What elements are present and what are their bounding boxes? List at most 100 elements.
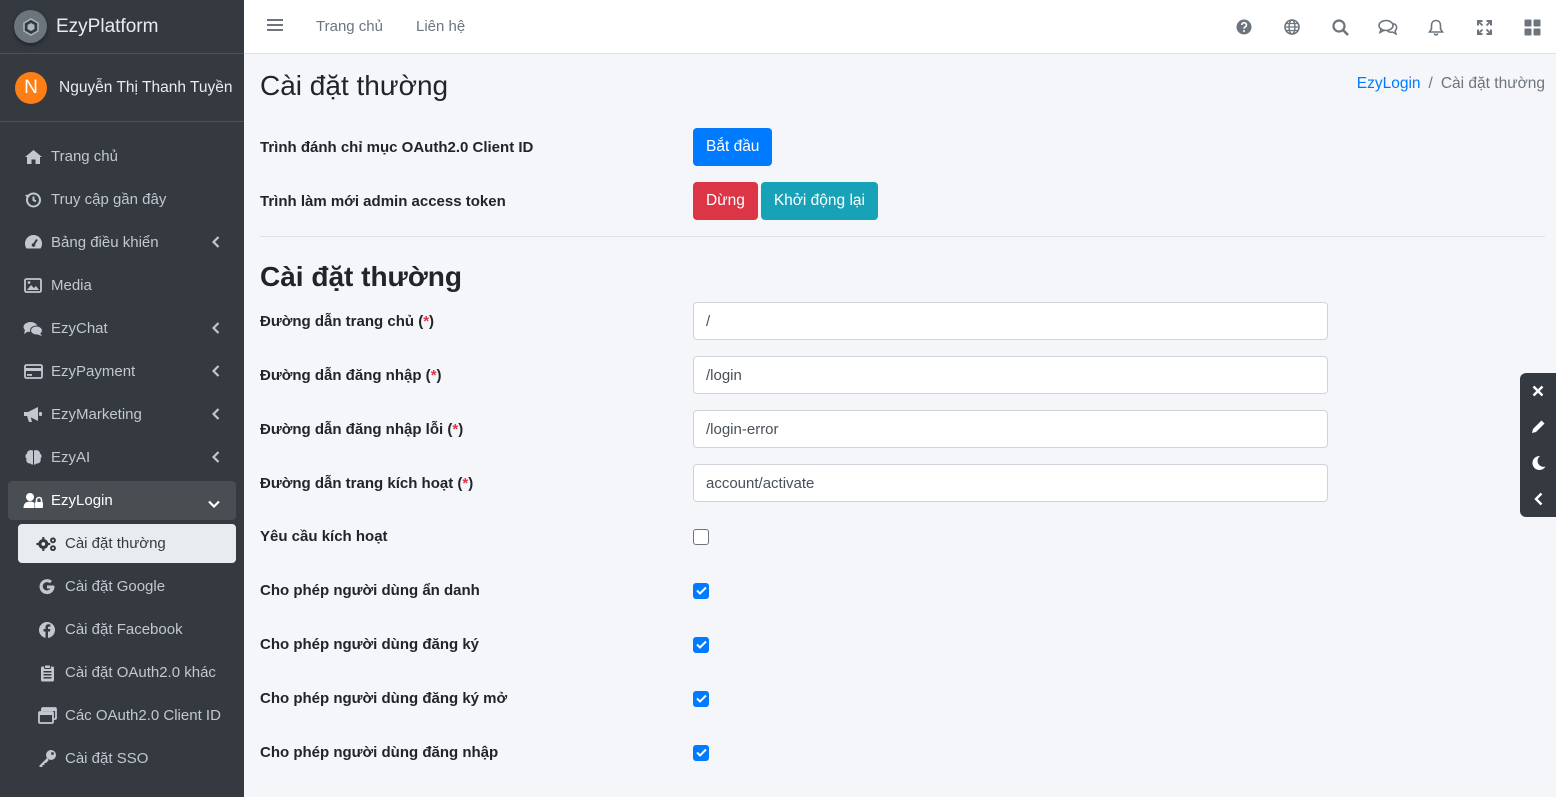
indexer-label: Trình đánh chỉ mục OAuth2.0 Client ID	[260, 138, 534, 156]
token-refresher-row: Trình làm mới admin access token Dừng Kh…	[260, 182, 881, 220]
chevron-left-icon[interactable]	[1520, 481, 1556, 517]
sidebar-item-home[interactable]: Trang chủ	[8, 137, 236, 176]
sidebar-subitem-label: Cài đặt thường	[65, 535, 166, 552]
pencil-icon[interactable]	[1520, 409, 1556, 445]
clipboard-icon	[36, 664, 58, 682]
checkbox-label: Cho phép người dùng đăng ký	[260, 636, 480, 653]
sidebar-item-dashboard[interactable]: Bảng điều khiển	[8, 223, 236, 262]
login-error-url-input[interactable]: /login-error	[693, 410, 1328, 448]
sidebar-item-ezymarketing[interactable]: EzyMarketing	[8, 395, 236, 434]
checkbox-label: Cho phép người dùng đăng ký mở	[260, 690, 508, 707]
nav-link-contact[interactable]: Liên hệ	[416, 18, 465, 35]
breadcrumb: EzyLogin / Cài đặt thường	[1357, 75, 1545, 93]
google-icon	[36, 578, 58, 596]
sidebar-item-label: Media	[51, 277, 92, 294]
breadcrumb-link-ezylogin[interactable]: EzyLogin	[1357, 75, 1421, 92]
comments-icon[interactable]	[1364, 19, 1412, 35]
brand-name: EzyPlatform	[56, 15, 159, 37]
field-label: Đường dẫn đăng nhập lỗi (*)	[260, 420, 464, 438]
brand-logo-icon	[14, 10, 47, 43]
credit-card-icon	[22, 364, 44, 379]
home-icon	[22, 149, 44, 165]
sidebar: EzyPlatform N Nguyễn Thị Thanh Tuyền Tra…	[0, 0, 244, 797]
chevron-left-icon	[211, 235, 220, 252]
require-activation-checkbox[interactable]	[693, 528, 709, 545]
allow-anonymous-checkbox[interactable]	[693, 582, 709, 599]
sidebar-subitem-label: Các OAuth2.0 Client ID	[65, 707, 221, 724]
form-row-login-error-url: Đường dẫn đăng nhập lỗi (*) /login-error	[260, 410, 1328, 448]
chevron-left-icon	[211, 321, 220, 338]
brain-icon	[22, 449, 44, 466]
form-row-login-url: Đường dẫn đăng nhập (*) /login	[260, 356, 1328, 394]
sidebar-item-label: EzyPayment	[51, 363, 136, 380]
breadcrumb-separator: /	[1428, 75, 1433, 92]
main-content: Cài đặt thường EzyLogin / Cài đặt thường T…	[244, 54, 1556, 797]
moon-icon[interactable]	[1520, 445, 1556, 481]
login-url-input[interactable]: /login	[693, 356, 1328, 394]
sidebar-item-ezylogin[interactable]: EzyLogin	[8, 481, 236, 520]
checkbox-label: Yêu cầu kích hoạt	[260, 528, 388, 545]
sidebar-item-label: Trang chủ	[51, 148, 118, 165]
form-row-allow-open-register: Cho phép người dùng đăng ký mở	[260, 690, 709, 707]
chevron-down-icon	[208, 495, 220, 512]
breadcrumb-current: Cài đặt thường	[1440, 75, 1545, 92]
history-icon	[22, 191, 44, 209]
menu-toggle-icon[interactable]	[267, 18, 283, 36]
restart-button[interactable]: Khởi động lại	[760, 182, 878, 220]
sidebar-subitem-other-oauth2[interactable]: Cài đặt OAuth2.0 khác	[18, 653, 236, 692]
megaphone-icon	[22, 406, 44, 423]
apps-icon[interactable]	[1508, 19, 1556, 36]
start-button[interactable]: Bắt đầu	[693, 128, 773, 166]
sidebar-item-recent[interactable]: Truy cập gần đây	[8, 180, 236, 219]
help-icon[interactable]	[1220, 19, 1268, 35]
search-icon[interactable]	[1316, 18, 1364, 36]
sidebar-subitem-sso-settings[interactable]: Cài đặt SSO	[18, 739, 236, 778]
sidebar-item-label: Truy cập gần đây	[51, 191, 167, 208]
brand[interactable]: EzyPlatform	[0, 0, 244, 54]
sidebar-item-ezypayment[interactable]: EzyPayment	[8, 352, 236, 391]
sidebar-subitem-oauth2-clients[interactable]: Các OAuth2.0 Client ID	[18, 696, 236, 735]
sidebar-item-ezychat[interactable]: EzyChat	[8, 309, 236, 348]
globe-icon[interactable]	[1268, 19, 1316, 35]
sidebar-item-ezyai[interactable]: EzyAI	[8, 438, 236, 477]
key-icon	[36, 749, 58, 768]
fullscreen-icon[interactable]	[1460, 19, 1508, 35]
activation-url-input[interactable]: account/activate	[693, 464, 1328, 502]
chevron-left-icon	[211, 407, 220, 424]
home-url-input[interactable]: /	[693, 302, 1328, 340]
bell-icon[interactable]	[1412, 19, 1460, 36]
form-row-allow-login: Cho phép người dùng đăng nhập	[260, 744, 709, 761]
field-label: Đường dẫn trang chủ (*)	[260, 312, 435, 330]
image-icon	[22, 278, 44, 293]
form-row-activation-url: Đường dẫn trang kích hoạt (*) account/ac…	[260, 464, 1328, 502]
allow-login-checkbox[interactable]	[693, 744, 709, 761]
chat-icon	[22, 321, 44, 337]
token-refresher-label: Trình làm mới admin access token	[260, 192, 506, 210]
chevron-left-icon	[211, 450, 220, 467]
sidebar-item-label: EzyLogin	[51, 492, 113, 509]
checkbox-label: Cho phép người dùng đăng nhập	[260, 744, 499, 761]
windows-icon	[36, 707, 58, 724]
stop-button[interactable]: Dừng	[693, 182, 758, 220]
sidebar-subitem-google-settings[interactable]: Cài đặt Google	[18, 567, 236, 606]
sidebar-subitem-general-settings[interactable]: Cài đặt thường	[18, 524, 236, 563]
sidebar-subitem-facebook-settings[interactable]: Cài đặt Facebook	[18, 610, 236, 649]
sidebar-item-label: Bảng điều khiển	[51, 234, 159, 251]
field-label: Đường dẫn trang kích hoạt (*)	[260, 474, 474, 492]
section-title: Cài đặt thường	[260, 261, 462, 292]
close-icon[interactable]	[1520, 373, 1556, 409]
user-panel[interactable]: N Nguyễn Thị Thanh Tuyền	[0, 54, 244, 122]
allow-open-register-checkbox[interactable]	[693, 690, 709, 707]
sidebar-item-label: EzyAI	[51, 449, 91, 466]
sidebar-subitem-label: Cài đặt Facebook	[65, 621, 183, 638]
sidebar-submenu-ezylogin: Cài đặt thường Cài đặt Google Cài đặt Fa…	[0, 524, 244, 778]
sidebar-subitem-label: Cài đặt Google	[65, 578, 166, 595]
gears-icon	[36, 535, 58, 553]
sidebar-item-media[interactable]: Media	[8, 266, 236, 305]
facebook-icon	[36, 621, 58, 639]
allow-register-checkbox[interactable]	[693, 636, 709, 653]
nav-link-home[interactable]: Trang chủ	[316, 18, 383, 35]
floating-toolbar	[1520, 373, 1556, 517]
page-title: Cài đặt thường	[260, 70, 449, 101]
sidebar-item-label: EzyMarketing	[51, 406, 142, 423]
